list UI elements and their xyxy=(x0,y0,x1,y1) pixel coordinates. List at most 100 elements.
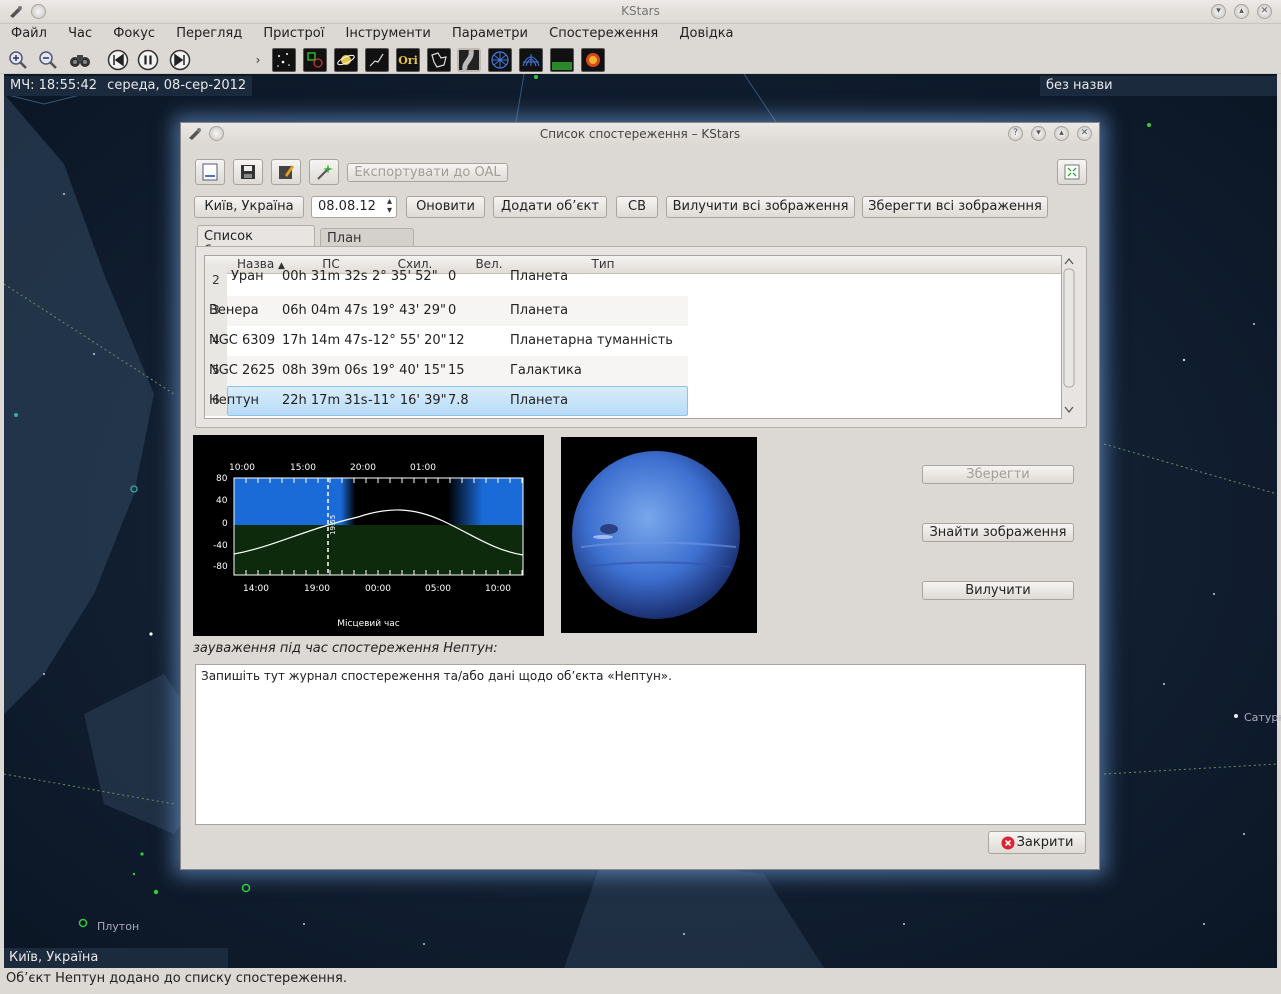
milky-way-icon[interactable] xyxy=(457,48,481,72)
equatorial-grid-icon[interactable] xyxy=(488,48,512,72)
table-row[interactable]: 4 NGC 6309 17h 14m 47s -12° 55' 20" 12 П… xyxy=(205,326,1061,356)
y-tick: 40 xyxy=(216,496,228,506)
menu-devices[interactable]: Пристрої xyxy=(263,24,324,41)
table-row-selected[interactable]: 6 Нептун 22h 17m 31s -11° 16' 39" 7.8 Пл… xyxy=(205,386,1061,416)
expand-icon xyxy=(1064,164,1080,180)
save-image-button[interactable]: Зберегти xyxy=(922,465,1074,484)
dialog-help-button[interactable]: ? xyxy=(1008,126,1023,141)
expand-view-button[interactable] xyxy=(1057,159,1087,185)
row-number: 2 xyxy=(205,266,227,296)
main-toolbar: › Ori xyxy=(0,46,1281,74)
cell-ra: 17h 14m 47s xyxy=(282,333,368,348)
focus-name-info: без назви xyxy=(1040,76,1277,96)
maximize-button[interactable]: ▴ xyxy=(1234,4,1249,19)
sky-date: середа, 08-сер-2012 xyxy=(107,78,247,93)
top-tick: 01:00 xyxy=(410,463,436,473)
menu-tools[interactable]: Інструменти xyxy=(346,24,431,41)
object-image xyxy=(561,437,757,633)
cell-type: Планета xyxy=(510,303,569,318)
y-tick: -40 xyxy=(213,541,228,551)
menu-observation[interactable]: Спостереження xyxy=(549,24,658,41)
step-forward-icon[interactable] xyxy=(168,48,192,72)
menu-file[interactable]: Файл xyxy=(11,24,47,41)
bottom-tick: 19:00 xyxy=(304,584,330,594)
table-row[interactable]: 2 Уран 00h 31m 32s 2° 35' 52" 0 Планета xyxy=(205,266,1061,296)
save-as-button[interactable] xyxy=(271,159,301,185)
cell-mag: 12 xyxy=(448,333,465,348)
open-file-button[interactable] xyxy=(195,159,225,185)
cell-dec: -11° 16' 39" xyxy=(368,393,447,408)
flags-toggle-icon[interactable] xyxy=(581,48,605,72)
neptune-image xyxy=(561,437,757,633)
close-icon xyxy=(1001,836,1015,850)
bottom-tick: 10:00 xyxy=(485,584,511,594)
update-button[interactable]: Оновити xyxy=(406,196,485,218)
cell-type: Планета xyxy=(510,393,569,408)
sv-button[interactable]: СВ xyxy=(616,196,658,218)
table-row[interactable]: 3 Венера 06h 04m 47s 19° 43' 29" 0 Плане… xyxy=(205,296,1061,326)
add-object-button[interactable]: Додати об’єкт xyxy=(493,196,607,218)
dialog-minimize-button[interactable]: ▾ xyxy=(1031,126,1046,141)
pluto-label[interactable]: Плутон xyxy=(97,920,139,933)
menu-time[interactable]: Час xyxy=(68,24,92,41)
close-button[interactable]: Закрити xyxy=(988,831,1086,854)
step-back-icon[interactable] xyxy=(106,48,130,72)
cell-name: Нептун xyxy=(209,393,260,408)
wishlist-table[interactable]: Назва ▲ ПС Схил. Вел. Тип 2 Уран 00h 31m… xyxy=(204,255,1062,419)
close-window-button[interactable]: ✕ xyxy=(1257,4,1272,19)
main-titlebar: KStars ▾ ▴ ✕ xyxy=(0,0,1281,24)
deep-sky-toggle-icon[interactable] xyxy=(303,48,327,72)
find-image-button[interactable]: Знайти зображення xyxy=(922,523,1074,542)
tab-wishlist[interactable]: Список бажаних xyxy=(197,225,315,259)
menu-help[interactable]: Довідка xyxy=(679,24,733,41)
cell-ra: 06h 04m 47s xyxy=(282,303,368,318)
altitude-chart: 10:00 15:00 20:00 01:00 80 40 0 -40 -80 … xyxy=(193,435,544,636)
toolbar-overflow-icon[interactable]: › xyxy=(252,48,264,72)
export-oal-button[interactable]: Експортувати до OAL xyxy=(347,163,508,182)
window-title: KStars xyxy=(621,4,660,18)
location-button[interactable]: Київ, Україна xyxy=(194,196,304,218)
menu-view[interactable]: Перегляд xyxy=(176,24,242,41)
dialog-maximize-button[interactable]: ▴ xyxy=(1054,126,1069,141)
observation-list-dialog: Список спостереження – KStars ? ▾ ▴ ✕ Ек… xyxy=(180,122,1100,870)
save-all-images-button[interactable]: Зберегти всі зображення xyxy=(862,196,1048,218)
ground-toggle-icon[interactable] xyxy=(550,48,574,72)
dialog-close-x-button[interactable]: ✕ xyxy=(1077,126,1092,141)
zoom-out-icon[interactable] xyxy=(36,48,60,72)
top-tick: 20:00 xyxy=(350,463,376,473)
bottom-tick: 05:00 xyxy=(425,584,451,594)
minimize-button[interactable]: ▾ xyxy=(1211,4,1226,19)
solar-system-toggle-icon[interactable] xyxy=(334,48,358,72)
date-spinbox[interactable]: 08.08.12 ▴ ▾ xyxy=(311,196,397,218)
cell-mag: 7.8 xyxy=(448,393,469,408)
pause-icon[interactable] xyxy=(136,48,160,72)
tab-session-plan[interactable]: План сеансу xyxy=(320,228,414,261)
constellation-names-icon[interactable]: Ori xyxy=(396,48,420,72)
cell-type: Планетарна туманність xyxy=(510,333,673,348)
ut-time: МЧ: 18:55:42 xyxy=(10,78,98,93)
saturn-label[interactable]: Сатурн xyxy=(1244,711,1281,724)
cell-mag: 0 xyxy=(448,269,457,284)
cell-mag: 15 xyxy=(448,363,465,378)
stars-toggle-icon[interactable] xyxy=(272,48,296,72)
binoculars-icon[interactable] xyxy=(68,48,92,72)
constellation-lines-icon[interactable] xyxy=(365,48,389,72)
zoom-in-icon[interactable] xyxy=(6,48,30,72)
menu-focus[interactable]: Фокус xyxy=(113,24,155,41)
save-file-button[interactable] xyxy=(233,159,263,185)
wizard-button[interactable] xyxy=(309,159,339,185)
table-row[interactable]: 5 NGC 2625 08h 39m 06s 19° 40' 15" 15 Га… xyxy=(205,356,1061,386)
notes-textarea[interactable]: Запишіть тут журнал спостереження та/або… xyxy=(195,664,1086,825)
cell-mag: 0 xyxy=(448,303,457,318)
delete-all-images-button[interactable]: Вилучити всі зображення xyxy=(666,196,855,218)
y-tick: 0 xyxy=(222,519,228,529)
remove-image-button[interactable]: Вилучити xyxy=(922,581,1074,600)
chart-xlabel: Місцевий час xyxy=(337,619,400,629)
horizontal-grid-icon[interactable] xyxy=(519,48,543,72)
open-file-icon xyxy=(202,163,218,181)
spin-arrows-icon[interactable]: ▴ ▾ xyxy=(387,197,392,216)
table-scrollbar[interactable] xyxy=(1062,255,1076,419)
cell-ra: 08h 39m 06s xyxy=(282,363,368,378)
constellation-boundaries-icon[interactable] xyxy=(427,48,451,72)
menu-settings[interactable]: Параметри xyxy=(452,24,528,41)
